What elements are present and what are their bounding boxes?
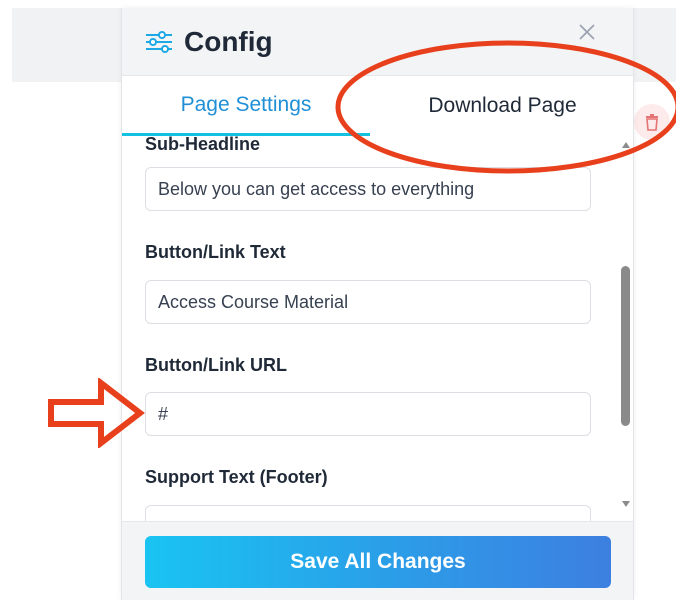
save-all-changes-button[interactable]: Save All Changes: [145, 536, 611, 588]
button-url-input[interactable]: [145, 392, 591, 436]
panel-header: Config: [122, 8, 633, 76]
tab-bar: Page Settings Download Page: [122, 76, 633, 136]
tab-download-page[interactable]: Download Page: [370, 76, 633, 136]
button-url-label: Button/Link URL: [145, 355, 287, 375]
delete-button[interactable]: [634, 104, 670, 140]
scroll-up-arrow-icon[interactable]: [622, 142, 630, 148]
sliders-icon: [146, 30, 172, 53]
sub-headline-input[interactable]: [145, 167, 591, 211]
button-text-input[interactable]: [145, 280, 591, 324]
scroll-down-arrow-icon[interactable]: [622, 501, 630, 507]
support-text-input[interactable]: [145, 505, 591, 521]
scrollbar-thumb[interactable]: [621, 266, 630, 426]
panel-title: Config: [184, 25, 273, 57]
tab-page-settings[interactable]: Page Settings: [122, 76, 370, 136]
panel-footer: Save All Changes: [122, 521, 633, 600]
sub-headline-label: Sub-Headline: [145, 136, 261, 154]
config-panel: Config Page Settings Download Page Sub-H…: [121, 8, 634, 600]
trash-icon: [646, 114, 658, 131]
button-text-label: Button/Link Text: [145, 242, 286, 262]
close-button[interactable]: [575, 20, 599, 44]
scrollbar[interactable]: [619, 136, 633, 521]
support-text-label: Support Text (Footer): [145, 467, 328, 487]
settings-form: Sub-Headline Button/Link Text Button/Lin…: [122, 136, 633, 521]
close-icon: [579, 24, 595, 40]
